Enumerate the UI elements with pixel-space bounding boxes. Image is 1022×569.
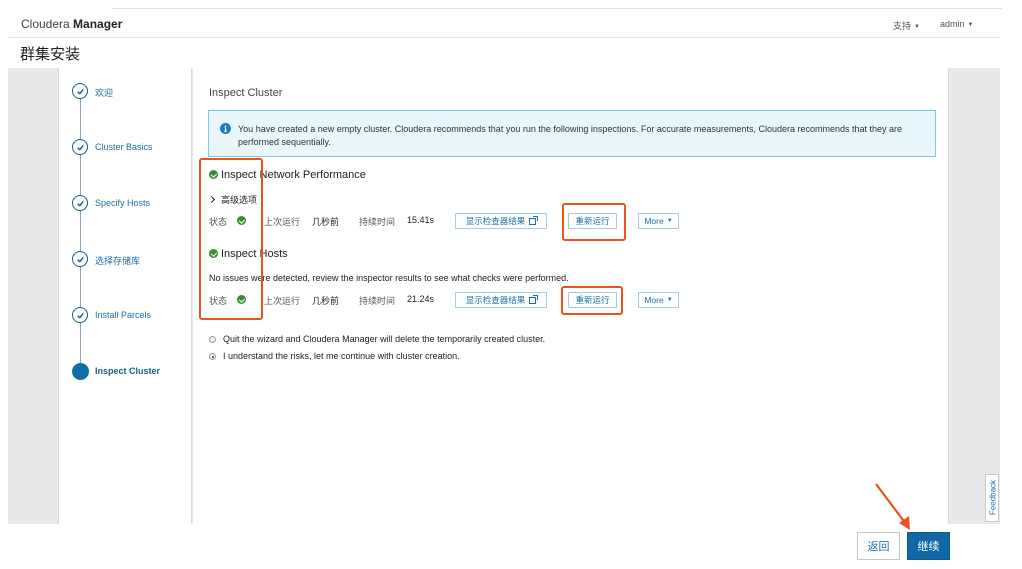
more-button[interactable]: More ▼	[638, 292, 679, 308]
feedback-label: Feedback	[988, 479, 998, 516]
option-continue-creation[interactable]: I understand the risks, let me continue …	[209, 351, 460, 361]
step-connector	[80, 92, 81, 370]
option-label: Quit the wizard and Cloudera Manager wil…	[223, 334, 546, 344]
option-quit-wizard[interactable]: Quit the wizard and Cloudera Manager wil…	[209, 334, 545, 344]
caret-down-icon: ▼	[967, 22, 974, 28]
duration-label: 持续时间	[359, 217, 396, 227]
external-link-icon	[529, 294, 539, 304]
support-menu[interactable]: 支持 ▼	[893, 19, 920, 32]
step-label: Install Parcels	[95, 310, 152, 320]
highlight-box-rerun	[562, 203, 626, 241]
section-title: Inspect Cluster	[209, 87, 283, 99]
check-circle-icon	[72, 307, 88, 323]
duration-label: 持续时间	[359, 296, 396, 306]
page-title: 群集安装	[20, 46, 81, 63]
duration-value: 21.24s	[407, 294, 435, 304]
back-button[interactable]: 返回	[857, 532, 900, 560]
brand-bold: Manager	[73, 17, 123, 31]
step-label: 选择存储库	[95, 256, 141, 266]
check-circle-icon	[72, 139, 88, 155]
caret-down-icon: ▼	[666, 297, 673, 303]
check-circle-icon	[72, 251, 88, 267]
last-run-label: 上次运行	[264, 296, 301, 306]
support-label: 支持	[893, 21, 912, 31]
radio-button[interactable]	[209, 336, 216, 343]
step-label: Inspect Cluster	[95, 366, 161, 376]
caret-down-icon: ▼	[666, 218, 673, 224]
alert-text: You have created a new empty cluster. Cl…	[238, 124, 903, 147]
feedback-tab[interactable]: Feedback	[985, 474, 999, 522]
brand-light: Cloudera	[21, 17, 70, 31]
option-label: I understand the risks, let me continue …	[223, 351, 460, 361]
highlight-box-status	[199, 158, 263, 320]
check-circle-icon	[72, 195, 88, 211]
step-label: 欢迎	[95, 88, 114, 98]
last-run-value: 几秒前	[312, 296, 340, 306]
user-label: admin	[940, 19, 965, 29]
last-run-label: 上次运行	[264, 217, 301, 227]
highlight-box-rerun	[561, 286, 623, 315]
top-divider	[112, 0, 1002, 9]
top-navbar: Cloudera Manager 支持 ▼ admin ▼	[8, 0, 1002, 38]
brand-logo[interactable]: Cloudera Manager	[21, 17, 122, 31]
check-circle-icon	[72, 83, 88, 99]
show-results-label: 显示检查器结果	[465, 216, 526, 226]
step-label: Specify Hosts	[95, 198, 151, 208]
user-menu[interactable]: admin ▼	[940, 19, 973, 29]
wizard-sidebar	[58, 68, 192, 524]
info-icon: i	[220, 123, 231, 134]
show-results-label: 显示检查器结果	[465, 295, 526, 305]
duration-value: 15.41s	[407, 215, 435, 225]
info-alert: i You have created a new empty cluster. …	[208, 110, 936, 157]
radio-button-selected[interactable]	[209, 353, 216, 360]
show-results-button[interactable]: 显示检查器结果	[455, 213, 547, 229]
step-label: Cluster Basics	[95, 142, 153, 152]
show-results-button[interactable]: 显示检查器结果	[455, 292, 547, 308]
more-button[interactable]: More ▼	[638, 213, 679, 229]
continue-button[interactable]: 继续	[907, 532, 950, 560]
caret-down-icon: ▼	[914, 24, 920, 30]
annotation-arrow-icon	[875, 483, 910, 530]
more-label: More	[644, 216, 664, 226]
external-link-icon	[529, 215, 539, 225]
last-run-value: 几秒前	[312, 217, 340, 227]
more-label: More	[644, 295, 664, 305]
current-step-icon	[72, 363, 89, 380]
